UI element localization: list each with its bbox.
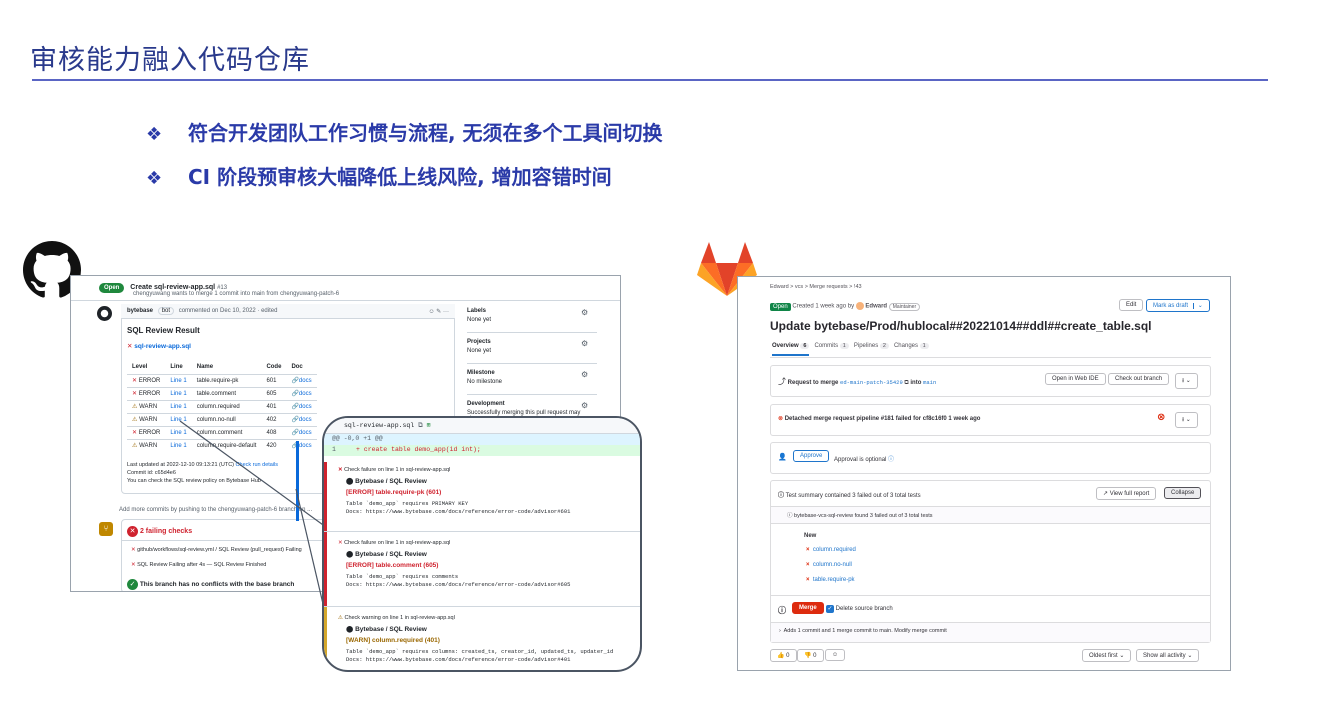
adds-commit-row[interactable]: › Adds 1 commit and 1 merge commit to ma… — [771, 622, 1210, 642]
bytebase-icon: ⬤ — [346, 478, 354, 485]
failed-test-1[interactable]: × column.required — [806, 547, 856, 553]
download-icon: ⭳ — [1182, 417, 1185, 423]
approve-button[interactable]: Approve — [793, 450, 830, 462]
merge-button[interactable]: Merge — [792, 602, 824, 614]
approval-optional: Approval is optional ⓘ — [834, 457, 895, 463]
annotation-magnifier: sql-review-app.sql ⧉ ⊞ @@ -0,0 +1 @@ 1 + … — [322, 416, 642, 672]
mr-meta: Open Created 1 week ago by Edward Mainta… — [770, 302, 921, 311]
merge-warning-icon: ⓘ — [778, 606, 786, 615]
pipeline-failed-icon[interactable]: ⊗ — [1157, 412, 1165, 423]
annotation-1: ✕ Check failure on line 1 in sql-review-… — [338, 467, 571, 515]
mr-state-badge: Open — [770, 302, 791, 311]
activity-filter-dropdown[interactable]: Show all activity ⌄ — [1136, 649, 1200, 662]
diff-line: 1 + create table demo_app(id int); — [324, 445, 640, 456]
error-icon: × — [806, 562, 810, 568]
collapse-button[interactable]: Collapse — [1164, 487, 1202, 499]
merge-request-icon: ⤴ — [778, 377, 786, 386]
mr-title: Update bytebase/Prod/hublocal##20221014#… — [770, 319, 1152, 333]
error-icon: × — [806, 547, 810, 553]
pipeline-status: ⊗ Detached merge request pipeline #181 f… — [778, 416, 981, 422]
edit-button[interactable]: Edit — [1119, 299, 1144, 311]
request-to-merge: ⤴ Request to merge ed-main-patch-35429 ⧉… — [778, 377, 937, 386]
failed-icon: ⊗ — [778, 416, 784, 422]
pipeline-download-button[interactable]: ⭳ ⌄ — [1175, 412, 1198, 428]
smiley-icon: ☺ — [832, 652, 839, 658]
thumbs-down-icon: 👎 — [804, 653, 812, 659]
error-icon: × — [806, 577, 810, 583]
annotation-3: ⚠ Check warning on line 1 in sql-review-… — [338, 615, 614, 663]
download-icon: ⭳ — [1182, 378, 1185, 384]
bytebase-icon: ⬤ — [346, 551, 354, 558]
tab-changes[interactable]: Changes 1 — [894, 343, 929, 349]
check-out-branch-button[interactable]: Check out branch — [1108, 373, 1170, 385]
copy-icon[interactable]: ⧉ — [418, 422, 423, 429]
breadcrumb[interactable]: Edward > vcs > Merge requests > !43 — [770, 284, 862, 290]
tab-overview[interactable]: Overview 6 — [772, 343, 810, 356]
test-summary: ⓘ Test summary contained 3 failed out of… — [778, 493, 921, 499]
diff-file-header: sql-review-app.sql ⧉ ⊞ — [324, 418, 640, 434]
failed-test-3[interactable]: × table.require-pk — [806, 577, 855, 583]
gitlab-mr-screenshot: Edward > vcs > Merge requests > !43 Open… — [737, 276, 1231, 671]
tab-commits[interactable]: Commits 1 — [814, 343, 849, 349]
tab-pipelines[interactable]: Pipelines 2 — [854, 343, 889, 349]
sort-dropdown[interactable]: Oldest first ⌄ — [1082, 649, 1132, 662]
failed-test-2[interactable]: × column.no-null — [806, 562, 852, 568]
view-file-icon[interactable]: ⊞ — [427, 422, 431, 429]
avatar — [855, 302, 864, 310]
bytebase-icon: ⬤ — [346, 626, 354, 633]
thumbs-up-button[interactable]: 👍 0 — [770, 649, 797, 662]
mark-as-draft-button[interactable]: Mark as draft ⌄ — [1146, 299, 1210, 312]
checkbox-checked-icon: ✓ — [826, 605, 834, 613]
warning-icon: ⓘ — [787, 513, 793, 519]
delete-source-branch[interactable]: ✓ Delete source branch — [826, 605, 893, 613]
copy-icon[interactable]: ⧉ — [904, 380, 908, 386]
annotation-2: ✕ Check failure on line 1 in sql-review-… — [338, 540, 571, 588]
external-link-icon: ↗ — [1103, 491, 1109, 497]
thumbs-down-button[interactable]: 👎 0 — [797, 649, 824, 662]
open-web-ide-button[interactable]: Open in Web IDE — [1045, 373, 1106, 385]
new-failures-label: New — [804, 533, 817, 539]
download-button[interactable]: ⭳ ⌄ — [1175, 373, 1198, 389]
chevron-down-icon: ⌄ — [1192, 303, 1203, 309]
add-reaction-button[interactable]: ☺ — [825, 649, 846, 661]
view-full-report-button[interactable]: ↗ View full report — [1096, 487, 1157, 500]
diff-hunk: @@ -0,0 +1 @@ — [324, 434, 640, 445]
thumbs-up-icon: 👍 — [777, 653, 785, 659]
help-icon: ⓘ — [888, 457, 895, 463]
chevron-right-icon: › — [779, 628, 781, 634]
mr-tabs: Overview 6 Commits 1 Pipelines 2 Changes… — [772, 343, 929, 356]
approvers-icon: 👤 — [778, 454, 787, 461]
suite-row[interactable]: ⓘ bytebase-vcs-sql-review found 3 failed… — [771, 506, 1210, 524]
warning-icon: ⓘ — [778, 493, 785, 499]
